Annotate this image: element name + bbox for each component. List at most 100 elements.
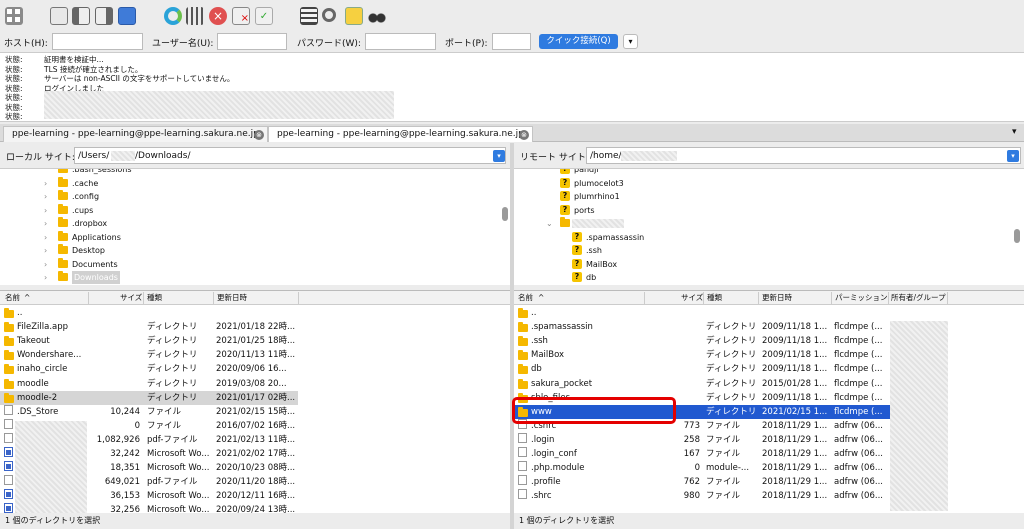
- table-row[interactable]: moodle-2 ディレクトリ 2021/01/17 02時...: [0, 390, 298, 405]
- tree-item[interactable]: › Documents: [44, 257, 484, 271]
- quickconnect-history-dropdown[interactable]: ▾: [623, 34, 638, 49]
- folder-icon: [58, 190, 68, 200]
- folder-icon: [58, 169, 68, 173]
- username-input[interactable]: [217, 33, 287, 50]
- remote-path-input[interactable]: /home/ ▾: [586, 147, 1021, 164]
- refresh-icon[interactable]: [164, 7, 182, 25]
- chevron-right-icon[interactable]: ›: [44, 190, 47, 203]
- column-separator[interactable]: [644, 292, 645, 304]
- file-type: ディレクトリ: [147, 350, 198, 361]
- tree-item[interactable]: ? pandji: [558, 169, 978, 176]
- chevron-right-icon[interactable]: ›: [44, 271, 47, 284]
- column-separator[interactable]: [947, 292, 948, 304]
- search-icon[interactable]: [322, 8, 336, 22]
- column-separator[interactable]: [298, 292, 299, 304]
- disconnect-icon[interactable]: ×: [232, 7, 250, 25]
- chevron-right-icon[interactable]: ›: [44, 244, 47, 257]
- table-row[interactable]: Wondershare... ディレクトリ 2020/11/13 11時...: [0, 348, 510, 362]
- column-size[interactable]: サイズ: [120, 291, 142, 305]
- column-separator[interactable]: [888, 292, 889, 304]
- table-row[interactable]: FileZilla.app ディレクトリ 2021/01/18 22時...: [0, 320, 510, 334]
- chevron-down-icon[interactable]: ▾: [493, 150, 505, 162]
- tree-item[interactable]: ? MailBox: [570, 258, 990, 271]
- chevron-right-icon[interactable]: ›: [44, 258, 47, 271]
- file-size: 980: [683, 491, 700, 502]
- tree-item-label: .bash_sessions: [72, 168, 132, 174]
- tree-item[interactable]: › .config: [44, 190, 484, 203]
- local-directory-tree: .bash_sessions › .cache › .config › .cups › .dro…: [0, 168, 510, 285]
- column-name[interactable]: 名前: [5, 291, 20, 305]
- column-separator[interactable]: [831, 292, 832, 304]
- table-row[interactable]: ..: [514, 306, 1024, 320]
- file-modified: 2015/01/28 1...: [762, 378, 828, 389]
- cancel-icon[interactable]: ×: [209, 7, 227, 25]
- column-separator[interactable]: [758, 292, 759, 304]
- file-modified: 2018/11/29 1...: [762, 434, 828, 445]
- chevron-down-icon[interactable]: ⌄: [546, 217, 553, 230]
- tree-item[interactable]: ? ports: [558, 204, 978, 217]
- table-row[interactable]: Takeout ディレクトリ 2021/01/25 18時...: [0, 334, 510, 348]
- tab-connection-1[interactable]: ppe-learning - ppe-learning@ppe-learning…: [3, 126, 268, 142]
- tree-item[interactable]: ? db: [570, 271, 990, 284]
- tree-item[interactable]: › .cups: [44, 203, 484, 217]
- tree-item[interactable]: › .dropbox: [44, 217, 484, 230]
- site-manager-icon[interactable]: [5, 7, 23, 25]
- tab-connection-2[interactable]: ppe-learning - ppe-learning@ppe-learning…: [268, 126, 533, 142]
- chevron-right-icon[interactable]: ›: [44, 231, 47, 244]
- queue-toggle-icon[interactable]: [118, 7, 136, 25]
- log-toggle-icon[interactable]: [50, 7, 68, 25]
- filter-icon[interactable]: [300, 7, 318, 25]
- file-type: ディレクトリ: [706, 336, 757, 347]
- remote-tree-scrollbar[interactable]: [1014, 229, 1020, 243]
- column-type[interactable]: 種類: [147, 291, 162, 305]
- tree-item[interactable]: › Downloads: [44, 271, 484, 284]
- host-input[interactable]: [52, 33, 143, 50]
- column-modified[interactable]: 更新日時: [762, 291, 792, 305]
- tree-item[interactable]: ? .ssh: [570, 244, 990, 257]
- password-input[interactable]: [365, 33, 436, 50]
- column-permissions[interactable]: パーミッション: [835, 291, 888, 305]
- chevron-down-icon[interactable]: ▾: [1007, 150, 1019, 162]
- column-type[interactable]: 種類: [707, 291, 722, 305]
- table-row[interactable]: moodle ディレクトリ 2019/03/08 20...: [0, 377, 510, 391]
- local-tree-scrollbar[interactable]: [502, 207, 508, 221]
- chevron-right-icon[interactable]: ›: [44, 204, 47, 217]
- tree-toggle-local-icon[interactable]: [72, 7, 90, 25]
- column-owner[interactable]: 所有者/グループ: [891, 291, 946, 305]
- chevron-right-icon[interactable]: ›: [44, 217, 47, 230]
- quickconnect-button[interactable]: クイック接続(Q): [539, 34, 618, 49]
- tree-item[interactable]: .bash_sessions: [44, 168, 484, 176]
- close-icon[interactable]: ⊗: [519, 130, 529, 140]
- tree-item[interactable]: ? .spamassassin: [570, 231, 990, 244]
- column-separator[interactable]: [88, 292, 89, 304]
- reconnect-icon[interactable]: ✓: [255, 7, 273, 25]
- close-icon[interactable]: ⊗: [254, 130, 264, 140]
- table-row[interactable]: .DS_Store 10,244 ファイル 2021/02/15 15時...: [0, 404, 510, 419]
- file-name: ..: [531, 308, 537, 318]
- port-input[interactable]: [492, 33, 531, 50]
- tree-item[interactable]: ? plumocelot3: [558, 177, 978, 190]
- column-name[interactable]: 名前: [518, 291, 533, 305]
- table-row[interactable]: ..: [0, 306, 510, 320]
- tree-item[interactable]: › .cache: [44, 176, 484, 190]
- tree-item[interactable]: ⌄: [546, 217, 966, 230]
- column-modified[interactable]: 更新日時: [217, 291, 247, 305]
- folder-icon: [518, 322, 528, 333]
- unknown-folder-icon: ?: [560, 191, 570, 201]
- local-path-input[interactable]: /Users/ /Downloads/ ▾: [74, 147, 506, 164]
- column-separator[interactable]: [143, 292, 144, 304]
- column-size[interactable]: サイズ: [681, 291, 703, 305]
- find-icon[interactable]: [368, 7, 386, 25]
- tab-list-dropdown[interactable]: ▾: [1012, 127, 1017, 137]
- compare-icon[interactable]: [345, 7, 363, 25]
- tree-toggle-remote-icon[interactable]: [95, 7, 113, 25]
- table-row[interactable]: inaho_circle ディレクトリ 2020/09/06 16...: [0, 362, 510, 376]
- tree-item[interactable]: ? plumrhino1: [558, 190, 978, 203]
- tree-item-label: Applications: [72, 232, 121, 242]
- chevron-right-icon[interactable]: ›: [44, 177, 47, 190]
- column-separator[interactable]: [213, 292, 214, 304]
- column-separator[interactable]: [703, 292, 704, 304]
- tree-item[interactable]: › Applications: [44, 230, 484, 244]
- tree-item[interactable]: › Desktop: [44, 244, 484, 257]
- process-queue-icon[interactable]: [186, 7, 204, 25]
